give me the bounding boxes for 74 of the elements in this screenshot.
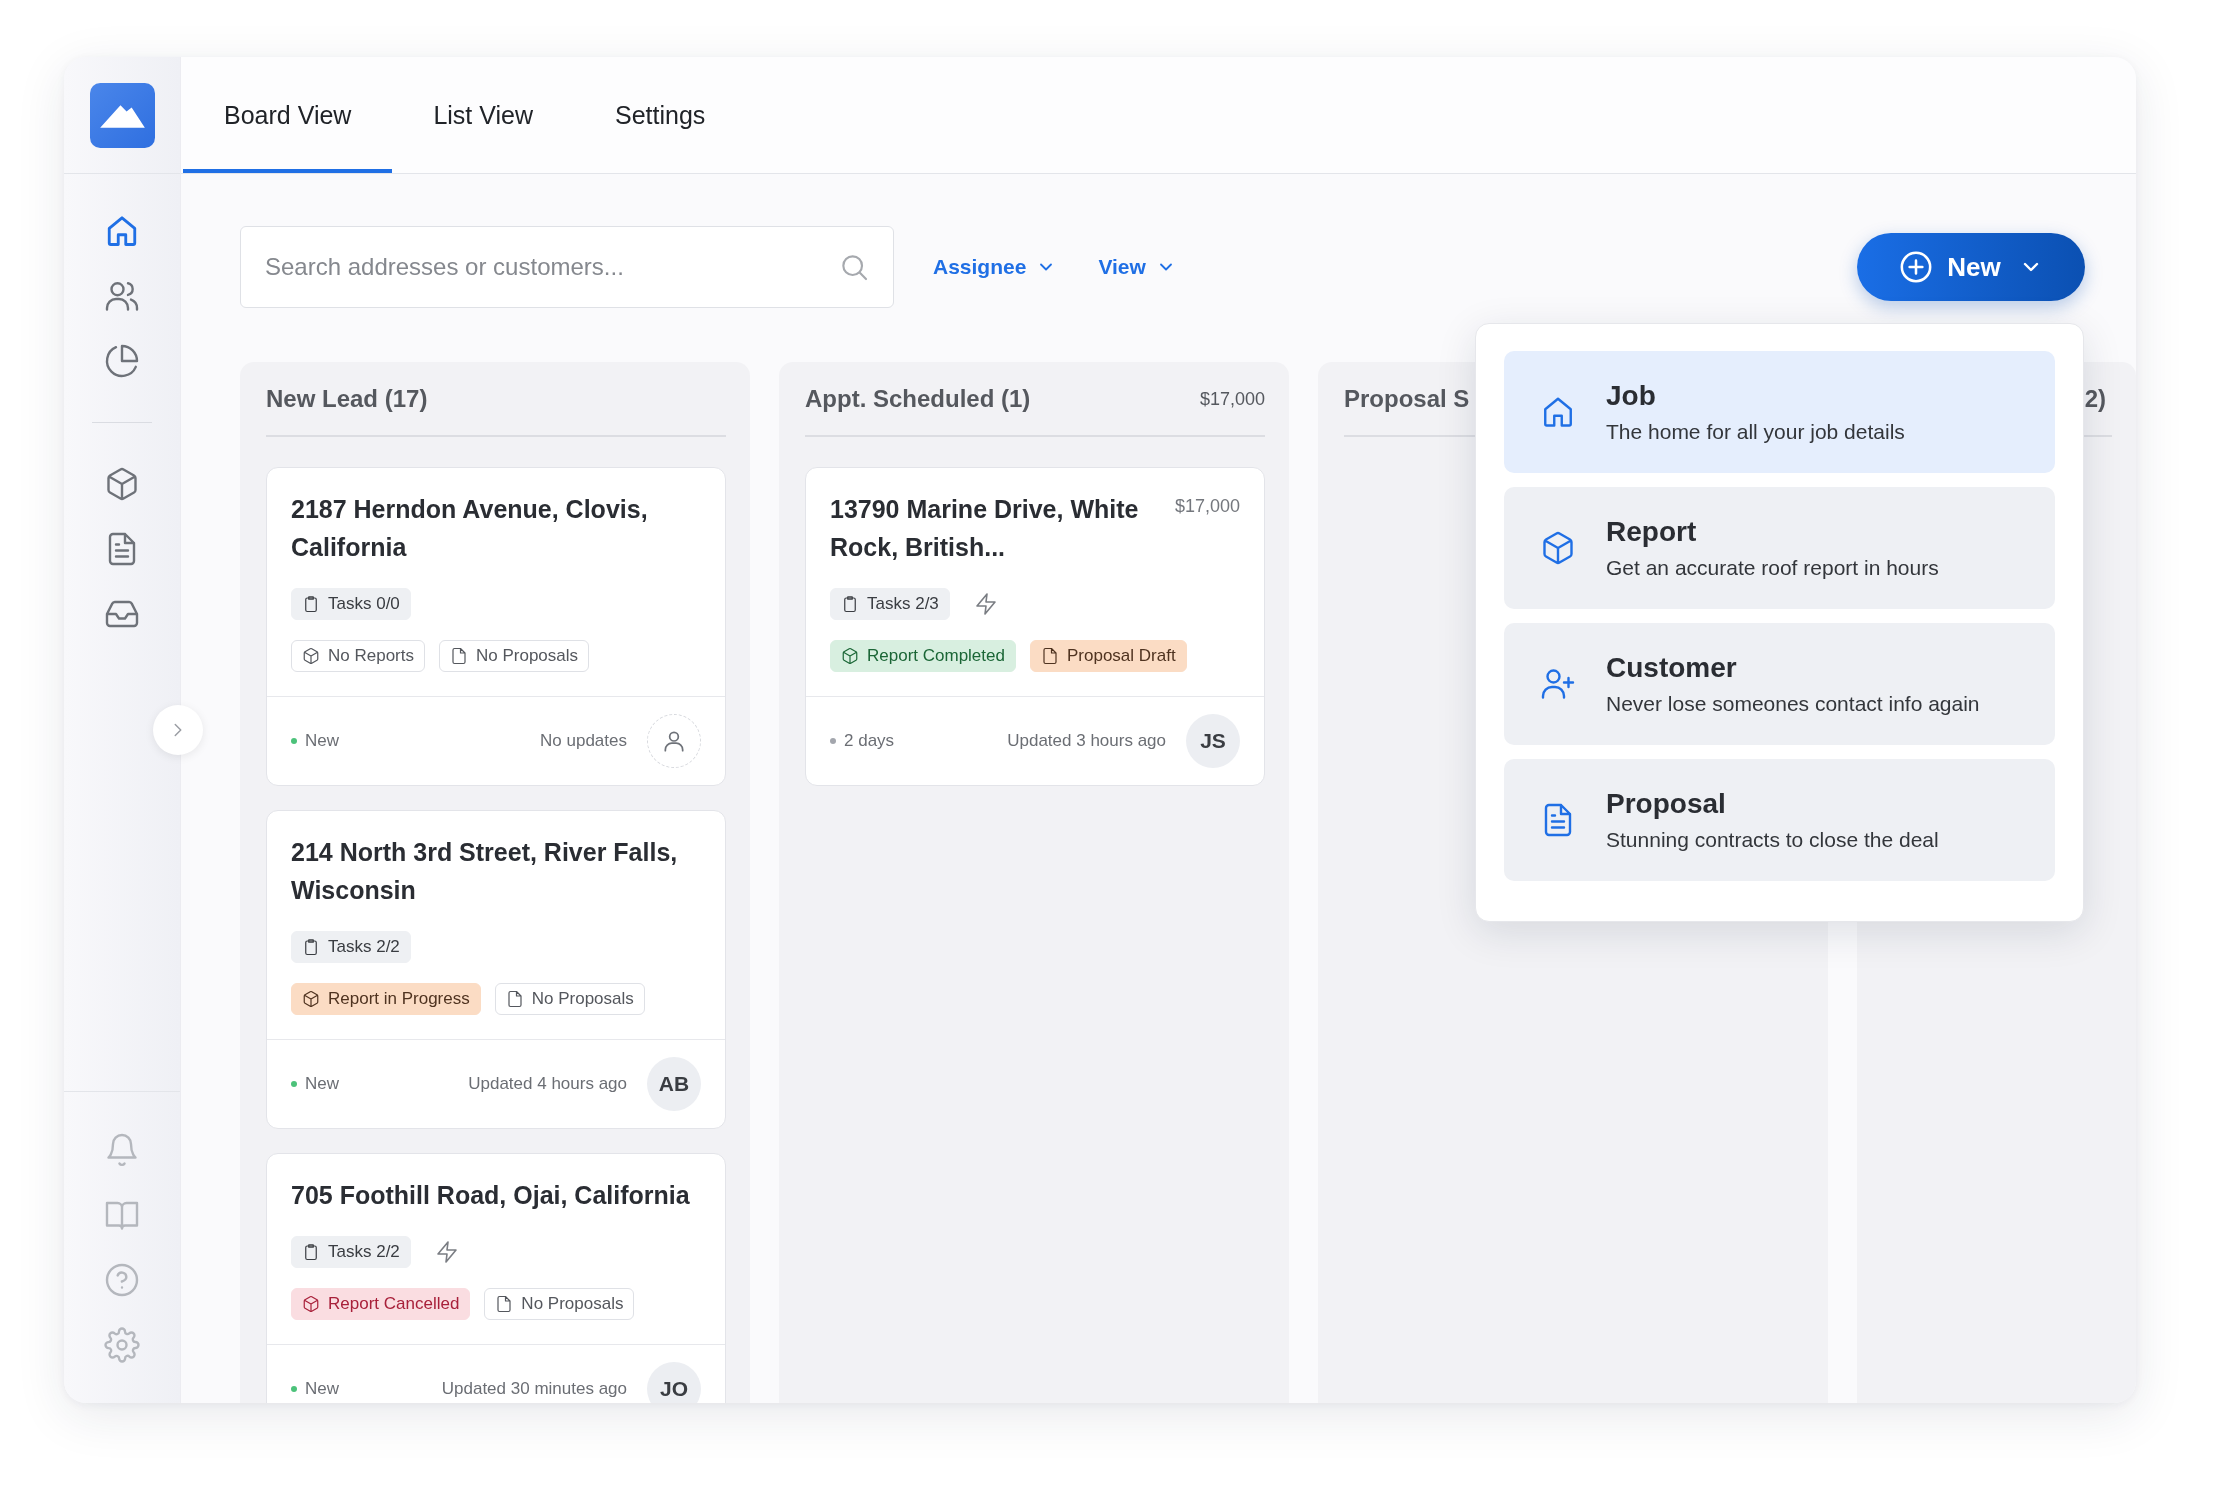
updated-text: Updated 30 minutes ago — [441, 1379, 627, 1399]
status-tag: Report Completed — [830, 640, 1016, 672]
column-title: 2) — [2084, 385, 2106, 413]
menu-item[interactable]: Proposal Stunning contracts to close the deal — [1504, 759, 2055, 881]
menu-item-description: Get an accurate roof report in hours — [1606, 556, 1939, 580]
menu-item[interactable]: Report Get an accurate roof report in hours — [1504, 487, 2055, 609]
avatar[interactable]: JO — [647, 1362, 701, 1403]
tab[interactable]: Settings — [574, 57, 747, 173]
pie-chart-icon[interactable] — [104, 343, 140, 379]
status-tag: Proposal Draft — [1029, 640, 1187, 672]
menu-item-title: Customer — [1606, 652, 1738, 684]
status-label: New — [305, 731, 339, 751]
status-tag: Tasks 2/2 — [291, 1236, 411, 1268]
cube-icon — [302, 647, 320, 665]
plus-circle-icon — [1899, 250, 1934, 284]
filter-dropdown[interactable]: Assignee — [933, 255, 1057, 279]
new-button[interactable]: New — [1857, 233, 2085, 301]
document-icon — [505, 990, 524, 1008]
status-tag: No Proposals — [439, 640, 590, 672]
menu-item-title: Report — [1606, 516, 1698, 548]
column-title: Proposal S — [1344, 385, 1470, 413]
filter-dropdown[interactable]: View — [1098, 255, 1176, 279]
clipboard-icon — [302, 1243, 320, 1261]
status-tag: No Proposals — [494, 983, 645, 1015]
menu-item-description: Never lose someones contact info again — [1606, 692, 1980, 716]
cube-icon — [1540, 530, 1576, 566]
status-tag: No Proposals — [484, 1288, 635, 1320]
menu-item[interactable]: Customer Never lose someones contact info again — [1504, 623, 2055, 745]
clipboard-icon — [302, 595, 320, 613]
updated-text: Updated 4 hours ago — [468, 1074, 627, 1094]
card-title: 2187 Herndon Avenue, Clovis, California — [291, 494, 649, 563]
document-icon — [450, 647, 468, 665]
document-icon — [1040, 647, 1059, 665]
status-tag: Tasks 2/3 — [830, 588, 950, 620]
menu-item-description: The home for all your job details — [1606, 420, 1905, 444]
status-tag: No Reports — [291, 640, 425, 672]
cube-icon[interactable] — [104, 466, 140, 502]
job-card[interactable]: 13790 Marine Drive, White Rock, British... $17,000 Tasks 2/3 Report Completed Proposal Draft 2 days Updated 3 hours ago JS — [805, 467, 1265, 786]
menu-item-title: Job — [1606, 380, 1657, 412]
document-icon — [495, 1295, 514, 1313]
cube-icon — [302, 990, 320, 1008]
menu-item-description: Stunning contracts to close the deal — [1606, 828, 1939, 852]
cube-icon — [302, 1295, 320, 1313]
card-amount: $17,000 — [1174, 495, 1240, 517]
cube-icon — [841, 647, 859, 665]
status-tag: Report Cancelled — [291, 1288, 471, 1320]
card-title: 214 North 3rd Street, River Falls, Wisconsin — [291, 837, 679, 906]
tab[interactable]: List View — [392, 57, 574, 173]
avatar[interactable]: AB — [647, 1057, 701, 1111]
job-card[interactable]: 2187 Herndon Avenue, Clovis, California Tasks 0/0 No Reports No Proposals New No updates — [266, 467, 726, 786]
clipboard-icon — [302, 938, 320, 956]
job-card[interactable]: 705 Foothill Road, Ojai, California Tasks 2/2 Report Cancelled No Proposals New Updated 30 minutes ago JO — [266, 1153, 726, 1403]
menu-item-title: Proposal — [1606, 788, 1727, 820]
user-plus-icon — [1540, 666, 1576, 702]
status-tag: Report in Progress — [291, 983, 481, 1015]
updated-text: No updates — [540, 731, 627, 751]
tab[interactable]: Board View — [183, 57, 393, 173]
clipboard-icon — [841, 595, 859, 613]
column-title: Appt. Scheduled (1) — [805, 385, 1031, 413]
avatar[interactable]: JS — [1186, 714, 1240, 768]
updated-text: Updated 3 hours ago — [1007, 731, 1166, 751]
card-title: 13790 Marine Drive, White Rock, British... — [830, 494, 1140, 563]
job-card[interactable]: 214 North 3rd Street, River Falls, Wisconsin Tasks 2/2 Report in Progress No Proposals New Updated 4 hours ago AB — [266, 810, 726, 1129]
logo-icon — [89, 82, 155, 148]
status-tag: Tasks 0/0 — [291, 588, 411, 620]
column-title: New Lead (17) — [266, 385, 428, 413]
status-label: New — [305, 1074, 339, 1094]
status-label: 2 days — [844, 731, 895, 751]
card-title: 705 Foothill Road, Ojai, California — [291, 1180, 691, 1211]
status-label: New — [305, 1379, 339, 1399]
menu-item[interactable]: Job The home for all your job details — [1504, 351, 2055, 473]
search-field[interactable]: Search addresses or customers... — [240, 226, 894, 308]
column-total: $17,000 — [1199, 388, 1265, 410]
status-tag: Tasks 2/2 — [291, 931, 411, 963]
